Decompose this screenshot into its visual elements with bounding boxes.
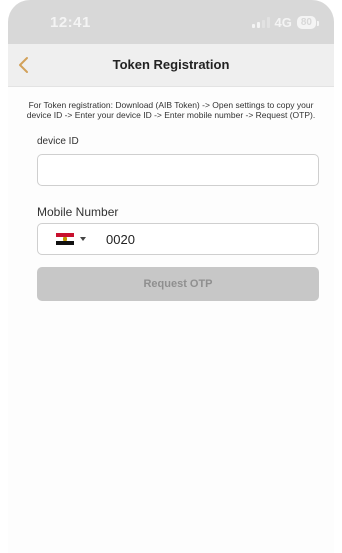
nav-bar: Token Registration xyxy=(8,44,334,87)
signal-icon xyxy=(251,17,270,28)
status-time: 12:41 xyxy=(50,14,91,31)
mobile-number-field xyxy=(37,223,319,255)
status-bar: 12:41 4G 80 xyxy=(8,0,334,44)
device-id-field-box xyxy=(37,154,319,186)
chevron-down-icon[interactable] xyxy=(80,237,86,241)
request-otp-button[interactable]: Request OTP xyxy=(37,267,319,301)
app-screen: 12:41 4G 80 Token Registration For Token… xyxy=(8,0,334,553)
instructions-text: For Token registration: Download (AIB To… xyxy=(26,100,316,120)
page-title: Token Registration xyxy=(112,57,230,72)
mobile-number-input[interactable] xyxy=(104,230,268,248)
battery-icon: 80 xyxy=(296,16,320,29)
status-icons: 4G 80 xyxy=(251,15,320,30)
device-id-input[interactable] xyxy=(38,155,318,185)
egypt-flag-icon[interactable] xyxy=(56,233,74,245)
mobile-number-label: Mobile Number xyxy=(37,205,119,219)
device-id-label: device ID xyxy=(37,136,79,147)
network-type: 4G xyxy=(274,15,292,30)
